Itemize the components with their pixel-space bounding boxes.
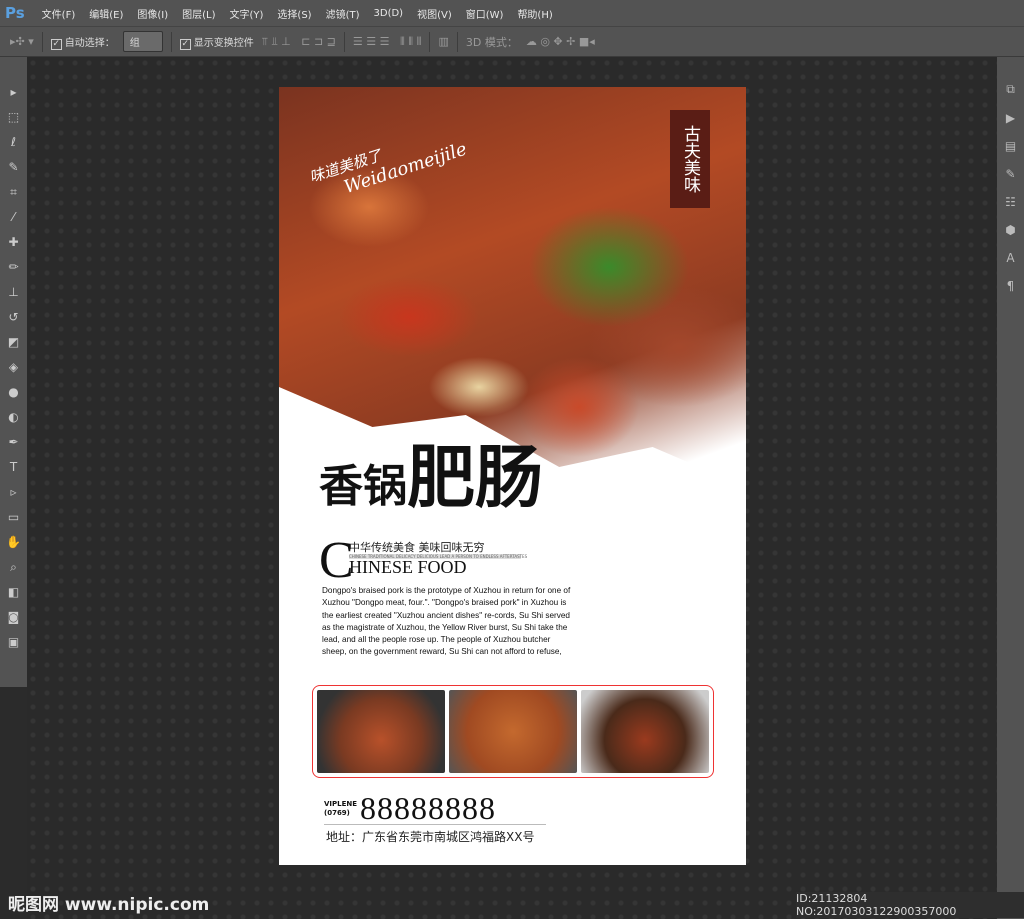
history-brush-icon[interactable]: ↺ — [8, 310, 18, 328]
menu-file[interactable]: 文件(F) — [35, 6, 83, 21]
divider — [343, 31, 345, 52]
history-panel-icon[interactable]: ⧉ — [1006, 82, 1015, 97]
eyedropper-tool-icon[interactable]: ⁄ — [12, 210, 14, 228]
eraser-tool-icon[interactable]: ◩ — [8, 335, 19, 353]
menu-filter[interactable]: 滤镜(T) — [319, 6, 367, 21]
en-heading: HINESE FOOD — [349, 557, 467, 577]
adjust-panel-icon[interactable]: ☷ — [1005, 195, 1016, 209]
quick-select-tool-icon[interactable]: ✎ — [8, 160, 18, 178]
photoshop-logo: Ps — [5, 4, 25, 22]
menu-bar: Ps 文件(F) 编辑(E) 图像(I) 图层(L) 文字(Y) 选择(S) 滤… — [0, 0, 1024, 26]
auto-align-icon[interactable]: ▥ — [438, 35, 448, 48]
properties-panel-icon[interactable]: ▤ — [1005, 139, 1016, 153]
thumbnail-strip — [312, 685, 714, 778]
menu-image[interactable]: 图像(I) — [130, 6, 175, 21]
divider — [41, 31, 43, 52]
stamp-tool-icon[interactable]: ⊥ — [8, 285, 18, 303]
area-code: (0769) — [324, 808, 350, 817]
phone-number: 88888888 — [360, 790, 497, 826]
paint-bucket-icon[interactable]: ◈ — [9, 360, 18, 378]
screen-mode-icon[interactable]: ▣ — [8, 635, 19, 653]
type-tool-icon[interactable]: T — [10, 460, 17, 478]
poster-document: 古夫美味 味道美极了 Weidaomeijile 香锅肥肠 C 中华传统美食 美… — [279, 87, 746, 865]
align-icons[interactable]: ⫪ ⫫ ⊥ ⊏ ⊐ ⊒ — [262, 35, 336, 49]
dish-photo — [449, 690, 577, 773]
show-transform-checkbox[interactable]: ✓ 显示变换控件 — [179, 34, 254, 50]
description: Dongpo's braised pork is the prototype o… — [322, 586, 571, 657]
blur-tool-icon[interactable]: ● — [8, 385, 18, 403]
menu-select[interactable]: 选择(S) — [270, 6, 318, 21]
options-bar: ▸✣ ▾ ✓ 自动选择： 组 ✓ 显示变换控件 ⫪ ⫫ ⊥ ⊏ ⊐ ⊒ ☰ ☰ ☰ … — [0, 26, 1024, 57]
panel-dock: ⧉ ▶ ▤ ✎ ☷ ⬢ A ¶ — [997, 57, 1024, 919]
dish-photo — [581, 690, 709, 773]
path-select-icon[interactable]: ▹ — [10, 485, 16, 503]
cn-tagline: 中华传统美食 美味回味无穷 — [349, 541, 485, 554]
3d-mode-icons[interactable]: ☁ ◎ ✥ ✢ ■◂ — [526, 35, 595, 48]
auto-select-dropdown[interactable]: 组 — [122, 31, 163, 52]
poster-title: 香锅肥肠 — [319, 422, 543, 521]
move-tool-icon[interactable]: ▸ — [10, 85, 16, 103]
title-big: 肥肠 — [407, 438, 544, 518]
image-id: ID:21132804 NO:20170303122900357000 — [796, 892, 1024, 918]
lasso-tool-icon[interactable]: ℓ — [11, 135, 16, 153]
tools-panel: ▸ ⬚ ℓ ✎ ⌗ ⁄ ✚ ✏ ⊥ ↺ ◩ ◈ ● ◐ ✒ T ▹ ▭ ✋ ⌕ … — [0, 57, 27, 687]
show-transform-label: 显示变换控件 — [193, 37, 254, 49]
menu-view[interactable]: 视图(V) — [410, 6, 459, 21]
healing-tool-icon[interactable]: ✚ — [8, 235, 18, 253]
menu-help[interactable]: 帮助(H) — [510, 6, 559, 21]
divider — [324, 824, 546, 825]
auto-select-label: 自动选择： — [64, 37, 115, 49]
phone-block: VIPLENE (0769) 88888888 — [324, 790, 496, 827]
seal-stamp: 古夫美味 — [670, 110, 710, 208]
divider — [456, 31, 458, 52]
distribute-icons[interactable]: ☰ ☰ ☰ ⦀ ⦀ ⦀ — [353, 35, 422, 49]
actions-panel-icon[interactable]: ▶ — [1006, 111, 1015, 125]
address: 地址：广东省东莞市南城区鸿福路XX号 — [326, 830, 535, 844]
menu-3d[interactable]: 3D(D) — [367, 8, 411, 19]
hand-tool-icon[interactable]: ✋ — [6, 535, 21, 553]
shape-tool-icon[interactable]: ▭ — [8, 510, 19, 528]
menu-type[interactable]: 文字(Y) — [223, 6, 271, 21]
phone-label: VIPLENE — [324, 799, 358, 808]
move-tool-icon[interactable]: ▸✣ ▾ — [10, 35, 34, 48]
mode-3d-label: 3D 模式： — [465, 35, 518, 49]
marquee-tool-icon[interactable]: ⬚ — [8, 110, 19, 128]
divider — [170, 31, 172, 52]
watermark: 昵图网 www.nipic.com — [8, 895, 210, 915]
brush-panel-icon[interactable]: ✎ — [1005, 167, 1015, 181]
title-small: 香锅 — [319, 461, 407, 512]
character-panel-icon[interactable]: A — [1006, 251, 1014, 265]
quick-mask-icon[interactable]: ◙ — [8, 610, 20, 628]
brush-tool-icon[interactable]: ✏ — [8, 260, 18, 278]
zoom-tool-icon[interactable]: ⌕ — [10, 560, 17, 578]
color-swatches-icon[interactable]: ◧ — [8, 585, 19, 603]
pen-tool-icon[interactable]: ✒ — [8, 435, 18, 453]
3d-panel-icon[interactable]: ⬢ — [1005, 223, 1015, 237]
dish-photo — [317, 690, 445, 773]
dodge-tool-icon[interactable]: ◐ — [8, 410, 18, 428]
crop-tool-icon[interactable]: ⌗ — [10, 185, 17, 203]
menu-window[interactable]: 窗口(W) — [459, 6, 511, 21]
menu-edit[interactable]: 编辑(E) — [82, 6, 130, 21]
divider — [429, 31, 431, 52]
auto-select-checkbox[interactable]: ✓ 自动选择： — [50, 34, 115, 50]
paragraph-panel-icon[interactable]: ¶ — [1007, 279, 1015, 293]
menu-layer[interactable]: 图层(L) — [175, 6, 222, 21]
